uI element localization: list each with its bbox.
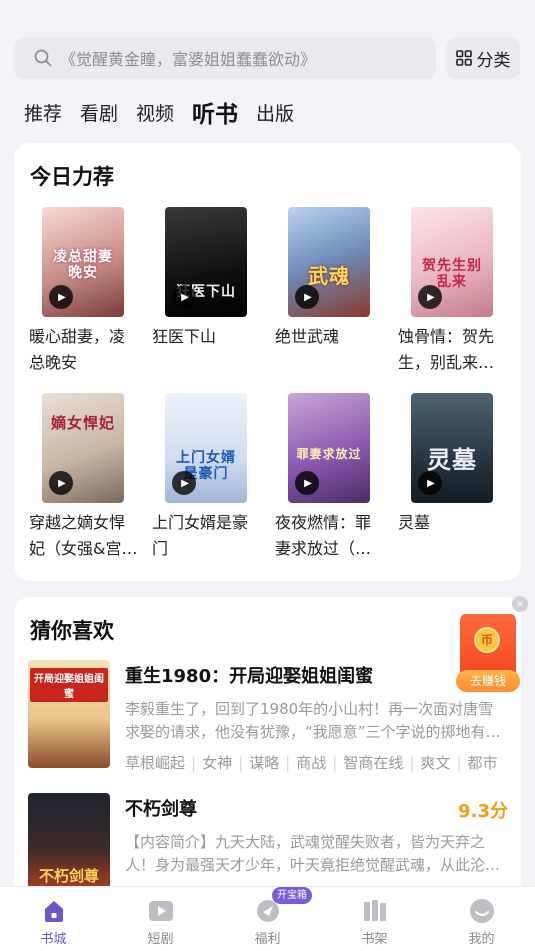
book-cover: 不朽剑尊 xyxy=(28,793,110,897)
cover-title: 不朽剑尊 xyxy=(38,867,99,885)
book-name: 蚀骨情：贺先生，别乱来… xyxy=(398,327,495,372)
tag-list: 草根崛起 女神 谋略 商战 智商在线 爽文 都市 xyxy=(125,752,508,776)
nav-short-drama[interactable]: 短剧 xyxy=(107,887,214,951)
book-title: 不朽剑尊 xyxy=(125,799,197,820)
tag: 智商在线 xyxy=(326,752,403,776)
tag: 草根崛起 xyxy=(125,754,186,772)
book-name: 狂医下山 xyxy=(152,327,217,346)
profile-icon xyxy=(469,899,494,923)
tab-drama[interactable]: 看剧 xyxy=(80,99,118,126)
play-icon[interactable]: ▶ xyxy=(418,471,442,495)
book-cover: 凌总甜妻晚安 ▶ xyxy=(42,207,124,317)
book-cover: 开局迎娶姐姐闺蜜 xyxy=(28,660,110,768)
tag: 谋略 xyxy=(232,752,279,776)
nav-profile[interactable]: 我的 xyxy=(428,887,535,951)
tag: 都市 xyxy=(450,752,497,776)
top-header: 《觉醒黄金瞳，富婆姐姐蠢蠢欲动》 分类 推荐 看剧 视频 听书 出版 xyxy=(0,0,535,135)
book-cover: 上门女婿是豪门 ▶ xyxy=(165,393,247,503)
book-score: 9.3分 xyxy=(458,801,508,822)
category-button[interactable]: 分类 xyxy=(446,37,520,79)
cover-title: 灵墓 xyxy=(427,446,477,475)
nav-label: 我的 xyxy=(468,932,495,947)
bottom-nav: 书城 短剧 开宝箱 福利 书架 我的 xyxy=(0,886,535,951)
today-picks-card: 今日力荐 凌总甜妻晚安 ▶ 暖心甜妻，凌总晚安 狂医下山 ▶ 狂医下山 武魂 ▶… xyxy=(14,143,521,581)
book-cover: 武魂 ▶ xyxy=(288,207,370,317)
tab-audiobook[interactable]: 听书 xyxy=(192,95,238,129)
book-name: 上门女婿是豪门 xyxy=(152,513,249,558)
book-name: 夜夜燃情：罪妻求放过（… xyxy=(275,513,372,558)
tab-video[interactable]: 视频 xyxy=(136,99,174,126)
play-icon[interactable]: ▶ xyxy=(172,285,196,309)
section-title: 猜你喜欢 xyxy=(30,619,114,643)
nav-label: 短剧 xyxy=(147,932,174,947)
play-icon[interactable]: ▶ xyxy=(172,471,196,495)
book-name: 绝世武魂 xyxy=(275,327,340,346)
nav-label: 书城 xyxy=(40,932,67,947)
nav-bookstore[interactable]: 书城 xyxy=(0,887,107,951)
section-title: 今日力荐 xyxy=(30,165,114,189)
nav-label: 书架 xyxy=(361,932,388,947)
search-bar[interactable]: 《觉醒黄金瞳，富婆姐姐蠢蠢欲动》 xyxy=(14,37,436,79)
book-cover: 嫡女悍妃 ▶ xyxy=(42,393,124,503)
cover-title: 武魂 xyxy=(308,263,350,288)
channel-tabs: 推荐 看剧 视频 听书 出版 xyxy=(24,92,312,132)
play-icon[interactable]: ▶ xyxy=(295,285,319,309)
nav-label: 福利 xyxy=(254,932,281,947)
earn-money-label: 去赚钱 xyxy=(456,670,520,692)
nav-bookshelf[interactable]: 书架 xyxy=(321,887,428,951)
tag: 女神 xyxy=(185,752,232,776)
book-cover: 罪妻求放过 ▶ xyxy=(288,393,370,503)
bookshelf-icon xyxy=(363,900,386,921)
category-label: 分类 xyxy=(476,50,511,71)
book-cover: 狂医下山 ▶ xyxy=(165,207,247,317)
play-icon[interactable]: ▶ xyxy=(49,285,73,309)
book-description: 李毅重生了，回到了1980年的小山村！再一次面对唐雪求娶的请求，他没有犹豫，“我… xyxy=(125,700,494,741)
earn-money-widget[interactable]: 币 去赚钱 xyxy=(456,614,520,692)
tab-recommend[interactable]: 推荐 xyxy=(24,99,62,126)
cover-title: 罪妻求放过 xyxy=(296,446,362,461)
book-name: 暖心甜妻，凌总晚安 xyxy=(29,327,126,372)
book-cover: 灵墓 ▶ xyxy=(411,393,493,503)
search-placeholder: 《觉醒黄金瞳，富婆姐姐蠢蠢欲动》 xyxy=(60,50,317,69)
play-icon[interactable]: ▶ xyxy=(295,471,319,495)
coin-icon: 币 xyxy=(474,627,500,653)
book-cover: 贺先生别乱来 ▶ xyxy=(411,207,493,317)
guess-you-like-card: 猜你喜欢 开局迎娶姐姐闺蜜 重生1980：开局迎娶姐姐闺蜜 李毅重生了，回到了1… xyxy=(14,597,521,897)
tag: 爽文 xyxy=(403,752,450,776)
tag: 商战 xyxy=(279,752,326,776)
treasure-badge: 开宝箱 xyxy=(272,887,312,904)
book-title: 重生1980：开局迎娶姐姐闺蜜 xyxy=(125,666,374,687)
book-name: 穿越之嫡女悍妃（女强&宫… xyxy=(29,513,138,558)
nav-welfare[interactable]: 开宝箱 福利 xyxy=(214,887,321,951)
search-icon xyxy=(34,49,52,67)
cover-title: 开局迎娶姐姐闺蜜 xyxy=(30,668,108,702)
book-description: 【内容简介】九天大陆，武魂觉醒失败者，皆为天弃之人！身为最强天才少年，叶天竟拒绝… xyxy=(125,833,501,874)
cover-title: 嫡女悍妃 xyxy=(50,414,115,432)
cover-title: 凌总甜妻晚安 xyxy=(53,248,113,281)
play-icon[interactable]: ▶ xyxy=(418,285,442,309)
home-icon xyxy=(44,901,63,922)
play-icon[interactable]: ▶ xyxy=(49,471,73,495)
book-name: 灵墓 xyxy=(398,513,431,532)
close-icon[interactable]: × xyxy=(512,596,528,612)
grid-icon xyxy=(455,50,472,66)
tab-publish[interactable]: 出版 xyxy=(256,99,294,126)
play-icon xyxy=(148,901,173,921)
